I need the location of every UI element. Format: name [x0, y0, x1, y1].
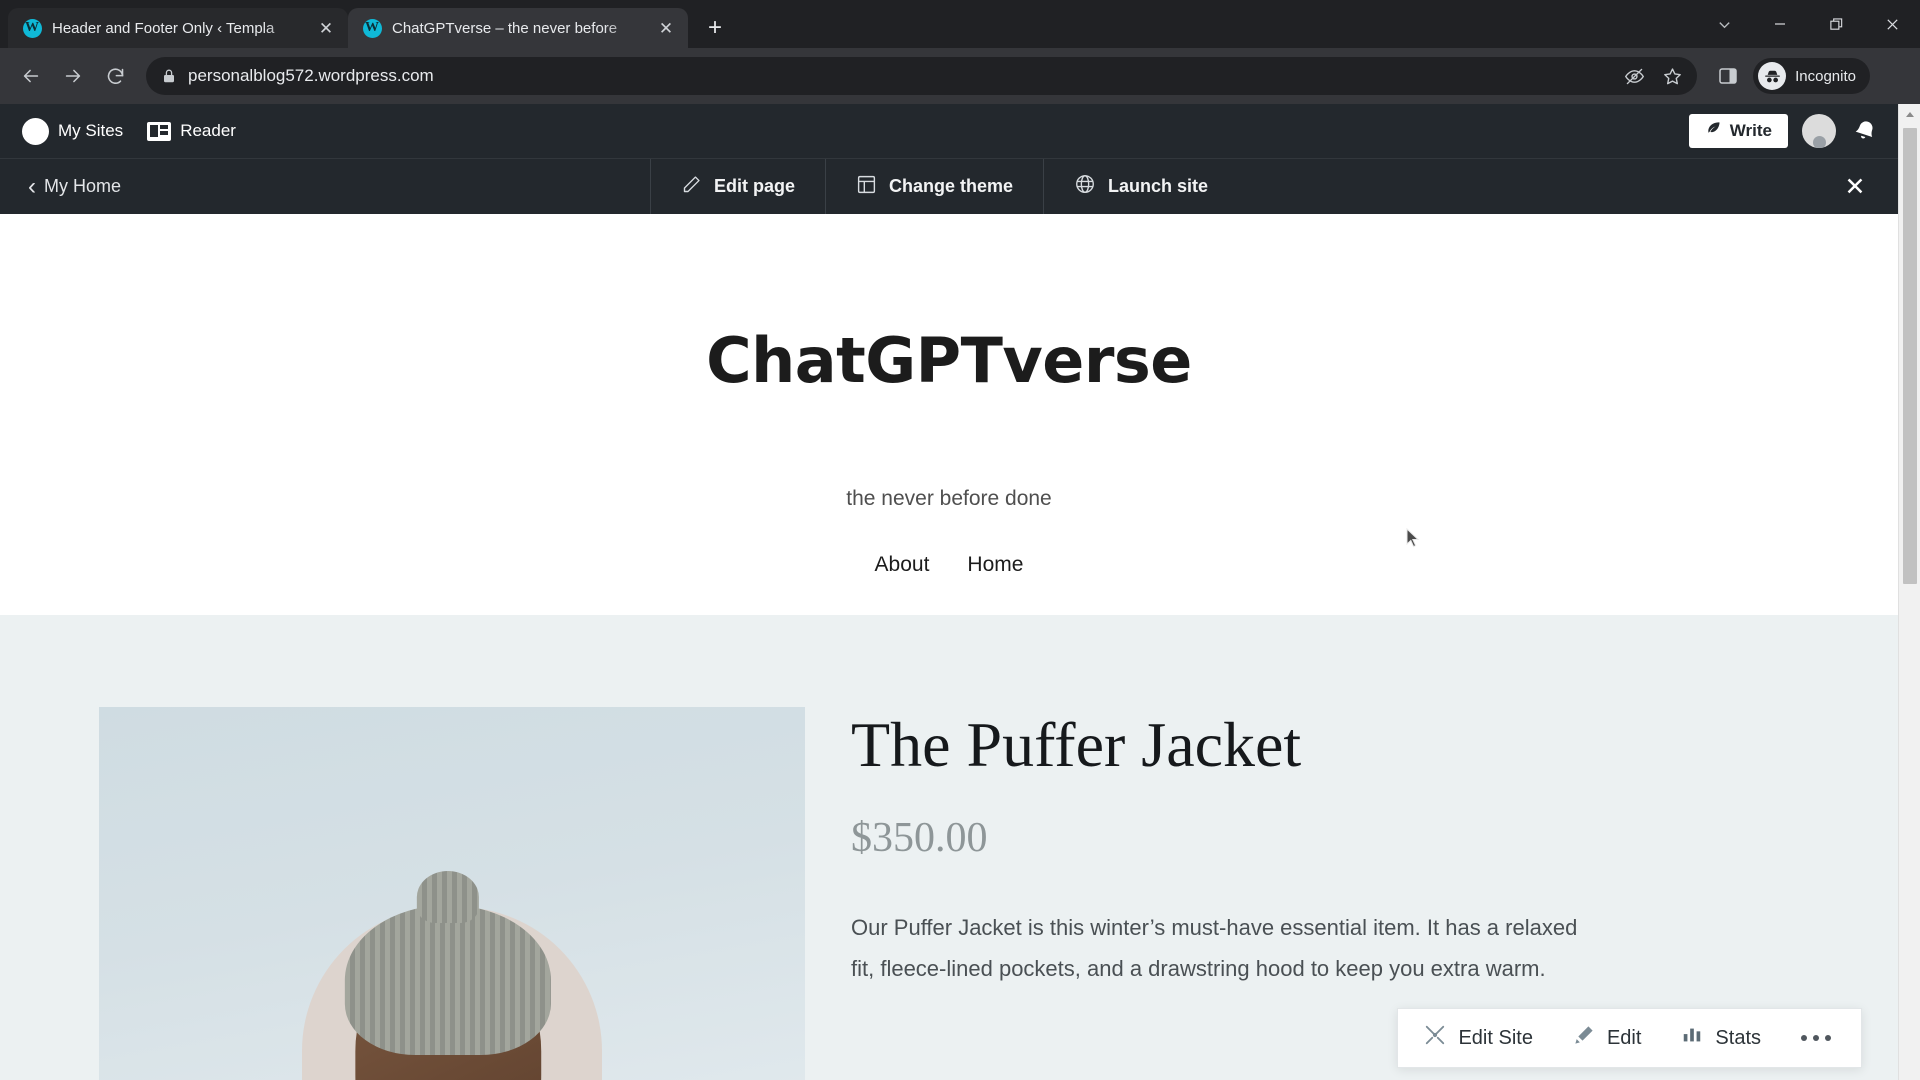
pencil-icon	[681, 174, 702, 200]
tab-title: Header and Footer Only ‹ Templa	[52, 19, 275, 37]
close-icon[interactable]: ✕	[1812, 159, 1898, 214]
maximize-icon[interactable]	[1808, 0, 1864, 48]
wordpress-admin-bar: W My Sites Reader Write	[0, 104, 1898, 158]
my-home-back-link[interactable]: ‹ My Home	[0, 159, 650, 214]
nav-item-about[interactable]: About	[875, 553, 930, 577]
site-tagline: the never before done	[846, 487, 1052, 510]
reload-icon[interactable]	[96, 57, 134, 95]
close-icon[interactable]: ✕	[654, 16, 678, 40]
reader-icon	[147, 121, 172, 141]
back-arrow-icon[interactable]	[12, 57, 50, 95]
site-header: ChatGPTverse the never before done About…	[0, 214, 1898, 615]
stats-label: Stats	[1715, 1026, 1761, 1049]
write-label: Write	[1729, 121, 1772, 140]
globe-icon	[1074, 173, 1096, 200]
browser-tab-2[interactable]: W ChatGPTverse – the never before ✕	[348, 8, 688, 48]
launch-site-label: Launch site	[1108, 176, 1209, 196]
edit-label: Edit	[1606, 1026, 1642, 1049]
bookmark-star-icon[interactable]	[1655, 59, 1689, 93]
tools-icon	[1424, 1024, 1446, 1052]
launch-site-button[interactable]: Launch site	[1043, 159, 1238, 214]
product-description: Our Puffer Jacket is this winter’s must-…	[851, 915, 1578, 981]
wp-logo-button[interactable]: W My Sites	[10, 104, 135, 158]
beanie-shape	[344, 905, 551, 1055]
site-navigation: About Home	[0, 553, 1898, 577]
user-avatar-icon	[1812, 136, 1826, 148]
my-sites-label: My Sites	[58, 121, 124, 140]
edit-page-button[interactable]: Edit page	[650, 159, 825, 214]
tab-strip: W Header and Footer Only ‹ Templa ✕ W Ch…	[0, 0, 1920, 48]
new-tab-button[interactable]: +	[698, 11, 732, 45]
site-launch-bar: ‹ My Home Edit page Change theme Launch …	[0, 158, 1898, 214]
tab-search-chevron-icon[interactable]	[1696, 0, 1752, 48]
page-content: W My Sites Reader Write ‹ My Home Edit p…	[0, 104, 1898, 1080]
scrollbar-thumb[interactable]	[1903, 128, 1917, 584]
page-scrollbar[interactable]	[1898, 104, 1920, 1080]
side-panel-icon[interactable]	[1709, 57, 1747, 95]
reader-label: Reader	[180, 121, 236, 140]
wordpress-icon: W	[22, 18, 42, 38]
wordpress-icon: W	[22, 117, 49, 145]
edit-page-label: Edit page	[714, 176, 796, 196]
url-text[interactable]: personalblog572.wordpress.com	[188, 66, 1605, 86]
scroll-up-arrow-icon[interactable]	[1899, 104, 1920, 126]
product-title: The Puffer Jacket	[851, 709, 1302, 780]
close-icon[interactable]: ✕	[314, 16, 338, 40]
edit-button[interactable]: Edit	[1553, 1024, 1661, 1052]
page-viewport: W My Sites Reader Write ‹ My Home Edit p…	[0, 104, 1920, 1080]
layout-icon	[856, 174, 877, 200]
product-image	[99, 707, 805, 1080]
reader-button[interactable]: Reader	[135, 104, 248, 158]
more-options-icon[interactable]	[1781, 1035, 1855, 1041]
site-title: ChatGPTverse	[706, 324, 1192, 397]
change-theme-label: Change theme	[889, 176, 1014, 196]
browser-window: W Header and Footer Only ‹ Templa ✕ W Ch…	[0, 0, 1920, 1080]
browser-tab-1[interactable]: W Header and Footer Only ‹ Templa ✕	[8, 8, 348, 48]
edit-site-label: Edit Site	[1458, 1026, 1533, 1049]
close-icon[interactable]	[1864, 0, 1920, 48]
chevron-left-icon: ‹	[28, 172, 36, 200]
edit-site-button[interactable]: Edit Site	[1404, 1024, 1552, 1052]
nav-item-home[interactable]: Home	[967, 553, 1023, 577]
stats-button[interactable]: Stats	[1661, 1024, 1781, 1052]
quill-icon	[1705, 120, 1722, 142]
incognito-label: Incognito	[1795, 67, 1856, 85]
omnibox-actions	[1617, 59, 1689, 93]
window-controls	[1696, 0, 1920, 48]
chrome-menu-icon[interactable]	[1872, 58, 1908, 94]
write-button[interactable]: Write	[1688, 114, 1788, 148]
wordpress-float-toolbar: Edit Site Edit Stats	[1397, 1008, 1862, 1068]
product-price: $350.00	[851, 815, 988, 862]
address-bar[interactable]: personalblog572.wordpress.com	[146, 57, 1698, 95]
hide-password-icon[interactable]	[1617, 59, 1651, 93]
incognito-hat-icon	[1758, 62, 1787, 90]
browser-toolbar: personalblog572.wordpress.com Incognito	[0, 48, 1920, 104]
minimize-icon[interactable]	[1752, 0, 1808, 48]
pencil-icon	[1573, 1024, 1595, 1052]
toolbar-right: Incognito	[1709, 57, 1908, 95]
my-home-label: My Home	[44, 176, 122, 196]
wordpress-icon: W	[362, 18, 382, 38]
notifications-button[interactable]	[1846, 118, 1884, 144]
change-theme-button[interactable]: Change theme	[825, 159, 1043, 214]
bar-chart-icon	[1681, 1024, 1703, 1052]
lock-icon	[162, 68, 176, 84]
incognito-profile-button[interactable]: Incognito	[1753, 58, 1870, 94]
tab-title: ChatGPTverse – the never before	[392, 19, 618, 37]
forward-arrow-icon[interactable]	[54, 57, 92, 95]
avatar[interactable]	[1802, 114, 1836, 148]
